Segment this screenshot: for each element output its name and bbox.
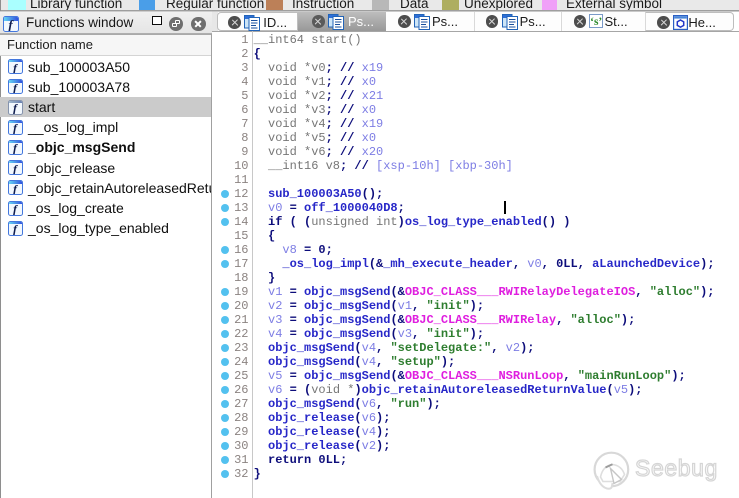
- svg-text:‘s’: ‘s’: [590, 16, 602, 28]
